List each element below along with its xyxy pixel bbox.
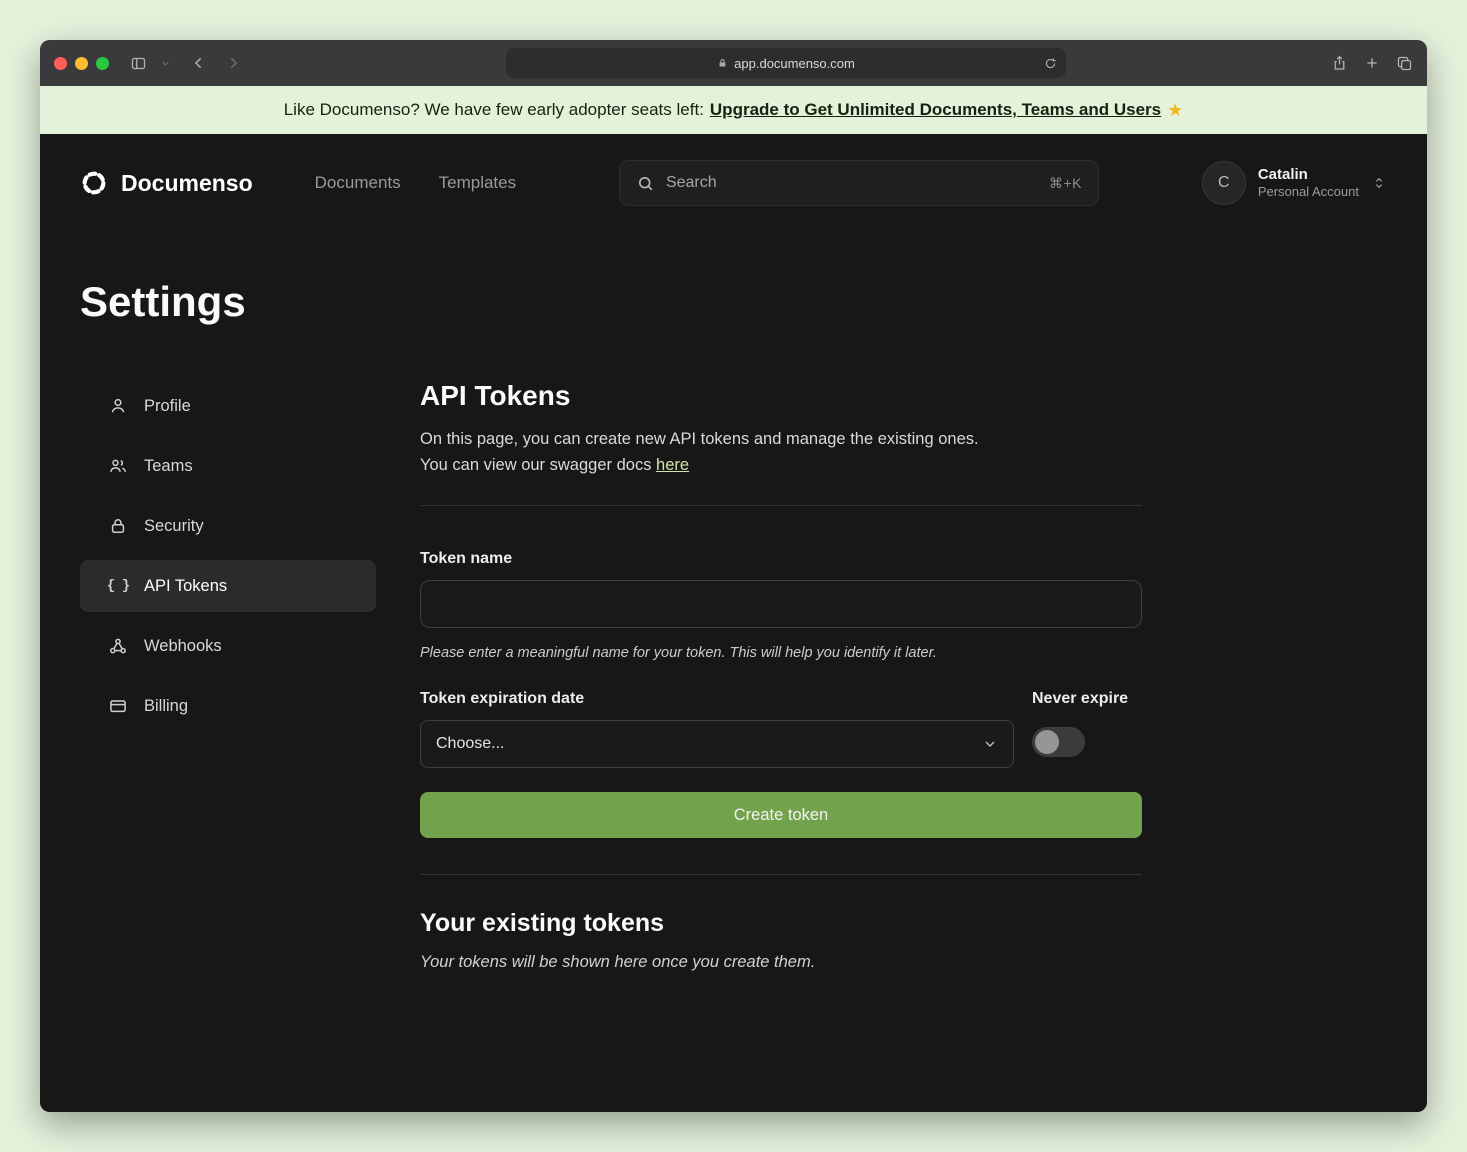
page-title: Settings — [80, 278, 1387, 326]
existing-tokens-empty-text: Your tokens will be shown here once you … — [420, 953, 1142, 972]
token-name-help: Please enter a meaningful name for your … — [420, 645, 1142, 661]
settings-content: Profile Teams Security { } API Token — [80, 380, 1387, 972]
forward-button[interactable] — [225, 55, 241, 71]
account-type: Personal Account — [1258, 184, 1359, 201]
users-icon — [107, 456, 129, 476]
nav-documents[interactable]: Documents — [315, 173, 401, 193]
expiration-selected-value: Choose... — [436, 735, 504, 753]
documenso-logo-icon — [80, 169, 108, 197]
account-name: Catalin — [1258, 165, 1359, 185]
expiration-select[interactable]: Choose... — [420, 720, 1014, 768]
avatar: C — [1202, 161, 1246, 205]
window-controls — [54, 57, 109, 70]
search-icon — [636, 174, 655, 193]
credit-card-icon — [107, 696, 129, 716]
description-line2: You can view our swagger docs — [420, 456, 651, 474]
settings-sidebar: Profile Teams Security { } API Token — [80, 380, 376, 972]
never-expire-field: Never expire — [1032, 690, 1142, 768]
browser-window: app.documenso.com Like Documenso? We hav… — [40, 40, 1427, 1112]
expiration-field: Token expiration date Choose... — [420, 690, 1014, 768]
app-header: Documenso Documents Templates Search ⌘+K… — [80, 134, 1387, 206]
sidebar-label: Webhooks — [144, 637, 222, 656]
top-nav: Documents Templates — [315, 173, 516, 193]
existing-tokens-heading: Your existing tokens — [420, 909, 1142, 938]
chrome-right-controls — [1331, 54, 1413, 72]
sidebar-item-api-tokens[interactable]: { } API Tokens — [80, 560, 376, 612]
new-tab-icon[interactable] — [1364, 55, 1380, 71]
never-expire-label: Never expire — [1032, 690, 1142, 708]
sidebar-item-teams[interactable]: Teams — [80, 440, 376, 492]
search-input[interactable]: Search ⌘+K — [619, 160, 1099, 206]
lock-icon — [717, 57, 728, 69]
sidebar-item-profile[interactable]: Profile — [80, 380, 376, 432]
close-window-button[interactable] — [54, 57, 67, 70]
sidebar-label: Profile — [144, 397, 191, 416]
share-icon[interactable] — [1331, 54, 1348, 72]
sidebar-label: Teams — [144, 457, 193, 476]
sidebar-label: Security — [144, 517, 204, 536]
section-description: On this page, you can create new API tok… — [420, 427, 1142, 478]
token-name-input[interactable] — [420, 580, 1142, 628]
search-shortcut: ⌘+K — [1049, 175, 1082, 192]
brand-name: Documenso — [121, 170, 253, 197]
browser-chrome: app.documenso.com — [40, 40, 1427, 86]
promo-text: Like Documenso? We have few early adopte… — [284, 100, 704, 120]
sidebar-item-billing[interactable]: Billing — [80, 680, 376, 732]
section-heading: API Tokens — [420, 380, 1142, 412]
braces-icon: { } — [107, 578, 129, 594]
brand[interactable]: Documenso — [80, 169, 253, 197]
url-bar-area: app.documenso.com — [253, 48, 1319, 78]
description-line1: On this page, you can create new API tok… — [420, 430, 979, 448]
sidebar-chevron-icon[interactable] — [160, 58, 171, 69]
never-expire-toggle[interactable] — [1032, 727, 1085, 757]
create-token-button[interactable]: Create token — [420, 792, 1142, 838]
documenso-app: Documenso Documents Templates Search ⌘+K… — [40, 134, 1427, 1112]
account-menu[interactable]: C Catalin Personal Account — [1202, 161, 1387, 205]
sidebar-toggle-icon[interactable] — [129, 55, 148, 72]
webhook-icon — [107, 636, 129, 656]
expiration-row: Token expiration date Choose... Never ex… — [420, 690, 1142, 768]
refresh-icon[interactable] — [1044, 57, 1057, 70]
sidebar-item-webhooks[interactable]: Webhooks — [80, 620, 376, 672]
toggle-knob — [1035, 730, 1059, 754]
chevron-down-icon — [982, 736, 998, 752]
minimize-window-button[interactable] — [75, 57, 88, 70]
divider — [420, 874, 1142, 875]
api-tokens-panel: API Tokens On this page, you can create … — [420, 380, 1142, 972]
search-placeholder: Search — [666, 174, 717, 192]
user-icon — [107, 396, 129, 416]
token-name-label: Token name — [420, 550, 1142, 568]
nav-templates[interactable]: Templates — [439, 173, 516, 193]
lock-icon — [107, 516, 129, 536]
divider — [420, 505, 1142, 506]
upgrade-link[interactable]: Upgrade to Get Unlimited Documents, Team… — [710, 100, 1161, 120]
zoom-window-button[interactable] — [96, 57, 109, 70]
tab-overview-icon[interactable] — [1396, 55, 1413, 72]
sidebar-item-security[interactable]: Security — [80, 500, 376, 552]
sidebar-label: API Tokens — [144, 577, 227, 596]
promo-banner: Like Documenso? We have few early adopte… — [40, 86, 1427, 134]
url-text: app.documenso.com — [734, 56, 855, 71]
star-icon: ★ — [1167, 100, 1183, 121]
back-button[interactable] — [191, 55, 207, 71]
url-bar[interactable]: app.documenso.com — [506, 48, 1066, 78]
expiration-label: Token expiration date — [420, 690, 1014, 708]
search-area: Search ⌘+K — [516, 160, 1202, 206]
swagger-docs-link[interactable]: here — [656, 456, 689, 474]
chevrons-up-down-icon — [1371, 175, 1387, 191]
sidebar-label: Billing — [144, 697, 188, 716]
